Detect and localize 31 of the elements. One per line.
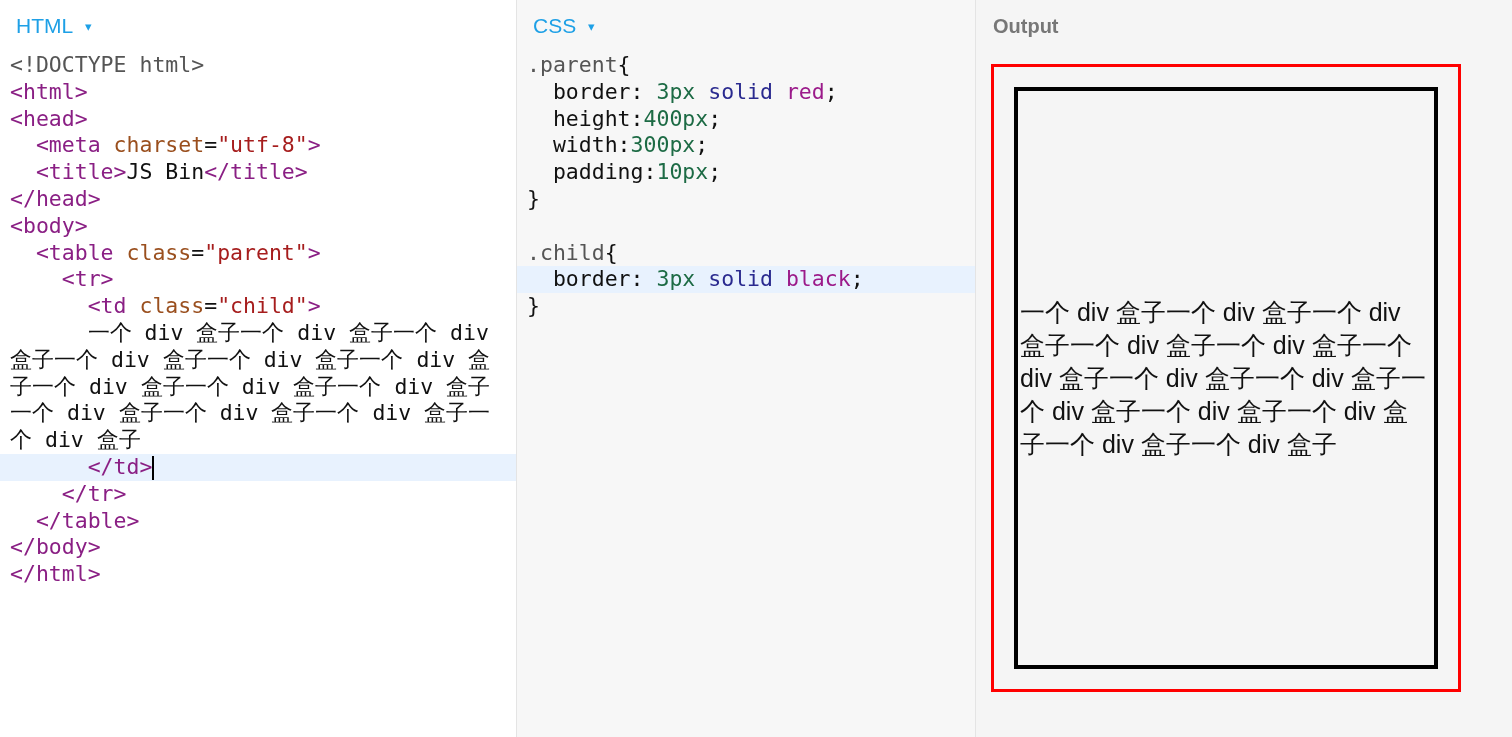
dropdown-arrow-icon[interactable]: ▾ bbox=[588, 18, 596, 34]
code-line: .parent{ bbox=[527, 52, 631, 77]
code-line: width:300px; bbox=[551, 132, 709, 158]
code-line: <tr> bbox=[60, 266, 114, 292]
code-line: </head> bbox=[10, 186, 101, 211]
panel-tab[interactable]: CSS ▾ bbox=[533, 14, 596, 38]
output-label: Output bbox=[993, 14, 1059, 38]
code-line: <html> bbox=[10, 78, 88, 104]
code-line: } bbox=[527, 186, 540, 211]
code-line: padding:10px; bbox=[551, 159, 722, 185]
cell-text: 一个 div 盒子一个 div 盒子一个 div 盒子一个 div 盒子一个 div 盒子一个 div 盒子一个 div 盒子一个 div 盒子一个 div 盒子一个 div 盒子一个 div 盒子一个 div 盒子一个 div 盒子 bbox=[1020, 296, 1427, 460]
code-line: <table class="parent"> bbox=[34, 239, 321, 265]
code-line: <meta charset="utf-8"> bbox=[34, 132, 321, 158]
code-line: <td class="child"> bbox=[86, 293, 321, 319]
code-line: </table> bbox=[34, 507, 140, 533]
code-line: <body> bbox=[10, 212, 88, 238]
code-line: border: 3px solid black; bbox=[551, 266, 864, 292]
code-line: 一个 div 盒子一个 div 盒子一个 div 盒子一个 div 盒子一个 div 盒子一个 div 盒子一个 div 盒子一个 div 盒子一个 div 盒子一个 div 盒子一个 div 盒子一个 div 盒子一个 div 盒子 bbox=[10, 319, 492, 453]
code-line: height:400px; bbox=[551, 105, 722, 131]
code-line: </tr> bbox=[60, 480, 127, 506]
code-line: .child{ bbox=[527, 239, 618, 265]
code-line: <head> bbox=[10, 105, 88, 131]
code-line: </td> bbox=[86, 453, 153, 479]
code-line: </html> bbox=[10, 561, 101, 587]
dropdown-arrow-icon[interactable]: ▾ bbox=[85, 18, 93, 34]
code-line: border: 3px solid red; bbox=[551, 78, 838, 104]
code-line: </body> bbox=[10, 534, 101, 560]
code-line: } bbox=[527, 293, 540, 319]
code-line: <title>JS Bin</title> bbox=[34, 159, 308, 185]
code-line: <!DOCTYPE html> bbox=[10, 52, 205, 77]
panel-tab[interactable]: HTML ▾ bbox=[16, 14, 93, 38]
